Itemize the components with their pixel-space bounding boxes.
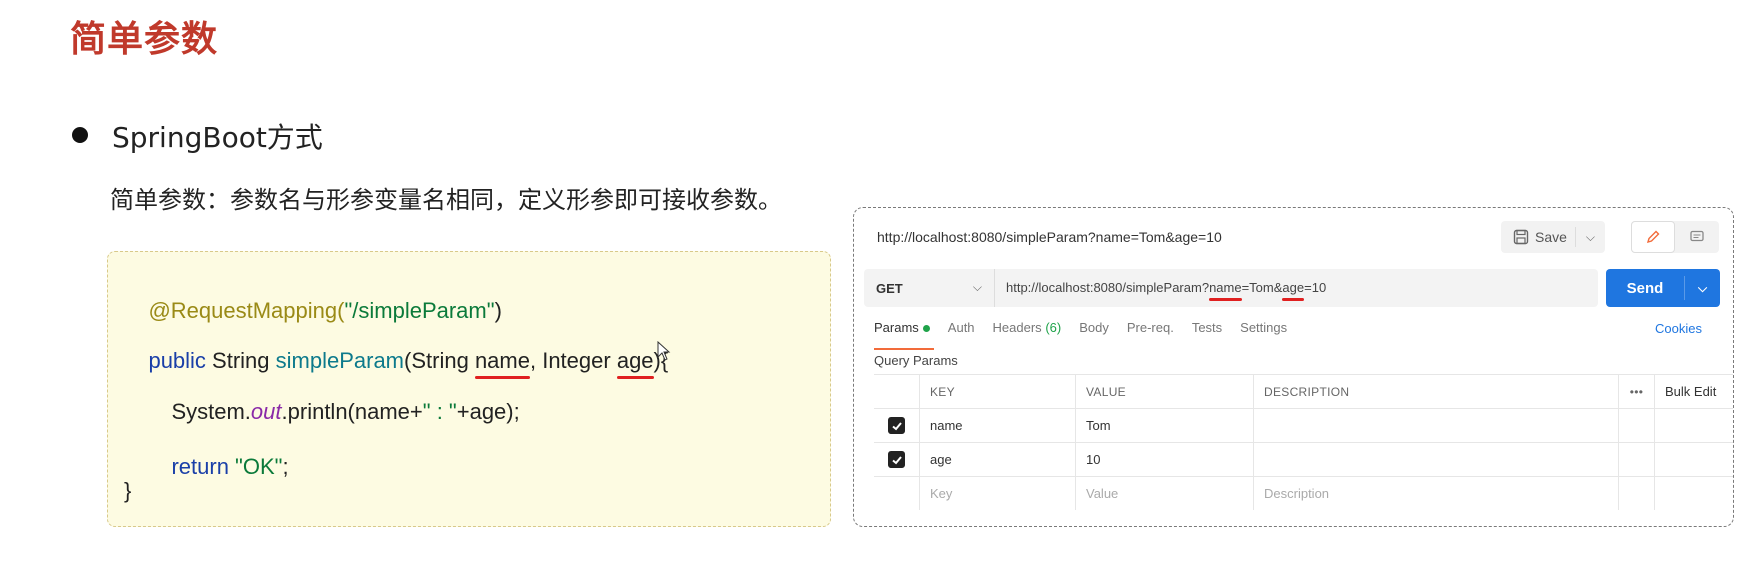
param-value-cell[interactable]: 10	[1076, 443, 1254, 476]
description-text: 简单参数：参数名与形参变量名相同，定义形参即可接收参数。	[110, 186, 782, 214]
row-checkbox[interactable]	[888, 451, 905, 468]
table-row: age 10	[874, 442, 1733, 476]
code-panel: @RequestMapping("/simpleParam") public S…	[107, 251, 831, 527]
postman-panel: http://localhost:8080/simpleParam?name=T…	[853, 207, 1734, 527]
active-dot-icon	[922, 325, 930, 333]
url-text: =Tom&	[1241, 280, 1283, 295]
request-bar: GET ⌵ http://localhost:8080/simpleParam?…	[864, 269, 1598, 307]
code-text: System.	[171, 399, 251, 424]
table-row-new: Key Value Description	[874, 476, 1733, 510]
chevron-down-icon: ⌵	[972, 280, 982, 294]
code-text: (String	[404, 348, 475, 373]
param-age-underlined: age	[616, 348, 654, 373]
method-select[interactable]: GET ⌵	[864, 269, 995, 307]
table-row: name Tom	[874, 408, 1733, 442]
key-placeholder-input[interactable]: Key	[920, 477, 1076, 510]
slide-title: 简单参数	[70, 19, 219, 60]
param-description-cell[interactable]	[1254, 443, 1619, 476]
code-text: )	[494, 298, 502, 323]
column-header-description: DESCRIPTION	[1254, 375, 1619, 408]
query-params-label: Query Params	[874, 353, 958, 368]
column-header-key: KEY	[920, 375, 1076, 408]
tab-headers[interactable]: Headers (6)	[993, 320, 1062, 344]
tab-pre-request[interactable]: Pre-req.	[1127, 320, 1174, 344]
code-keyword: return	[171, 454, 229, 479]
code-method-name: simpleParam	[275, 348, 405, 373]
column-header-value: VALUE	[1076, 375, 1254, 408]
params-table: KEY VALUE DESCRIPTION ••• Bulk Edit name…	[874, 374, 1733, 510]
method-label: GET	[876, 280, 903, 296]
save-button[interactable]: Save ⌵	[1501, 221, 1605, 253]
send-button[interactable]: Send ⌵	[1606, 269, 1720, 307]
tab-auth[interactable]: Auth	[948, 320, 975, 344]
code-text: .println(name+	[281, 399, 423, 424]
code-field: out	[250, 399, 282, 424]
description-placeholder-input[interactable]: Description	[1254, 477, 1619, 510]
code-text: , Integer	[529, 348, 617, 373]
code-keyword: public	[148, 348, 206, 373]
tab-body[interactable]: Body	[1079, 320, 1109, 344]
param-name-underlined: name	[474, 348, 530, 373]
send-label: Send	[1626, 279, 1664, 297]
code-text: ;	[282, 454, 289, 479]
save-label: Save	[1535, 229, 1567, 245]
code-annotation: @RequestMapping(	[148, 298, 345, 323]
checkmark-icon	[891, 421, 902, 430]
tab-tests[interactable]: Tests	[1192, 320, 1222, 344]
code-line-4: return "OK";	[147, 428, 289, 506]
mouse-cursor-icon	[657, 341, 671, 361]
value-placeholder-input[interactable]: Value	[1076, 477, 1254, 510]
more-options-icon[interactable]: •••	[1619, 375, 1655, 408]
save-icon	[1513, 229, 1529, 245]
comments-button[interactable]	[1675, 221, 1719, 253]
url-text: http://localhost:8080/simpleParam?	[1006, 280, 1210, 295]
view-mode-toggle[interactable]	[1631, 221, 1719, 253]
bullet-text: SpringBoot方式	[112, 121, 323, 154]
param-key-cell[interactable]: age	[920, 443, 1076, 476]
url-param-age-underlined: age	[1282, 280, 1305, 295]
param-description-cell[interactable]	[1254, 409, 1619, 442]
url-param-name-underlined: name	[1209, 280, 1242, 295]
code-text: +age);	[456, 399, 520, 424]
table-header-row: KEY VALUE DESCRIPTION ••• Bulk Edit	[874, 374, 1733, 408]
code-string: " : "	[422, 399, 457, 424]
request-tab-title[interactable]: http://localhost:8080/simpleParam?name=T…	[877, 229, 1222, 245]
headers-count-badge: (6)	[1045, 320, 1062, 335]
bullet-dot	[72, 127, 88, 143]
cookies-link[interactable]: Cookies	[1655, 321, 1702, 336]
save-dropdown-chevron-icon[interactable]: ⌵	[1576, 230, 1605, 245]
param-key-cell[interactable]: name	[920, 409, 1076, 442]
tab-settings[interactable]: Settings	[1240, 320, 1287, 344]
code-text: String	[205, 348, 276, 373]
request-tabs: Params Auth Headers (6) Body Pre-req. Te…	[874, 320, 1287, 350]
url-text: =10	[1304, 280, 1327, 295]
pencil-icon	[1646, 230, 1660, 244]
url-input[interactable]: http://localhost:8080/simpleParam?name=T…	[1006, 280, 1326, 295]
code-string: "/simpleParam"	[344, 298, 495, 323]
edit-mode-button[interactable]	[1631, 221, 1675, 253]
row-checkbox[interactable]	[888, 417, 905, 434]
param-value-cell[interactable]: Tom	[1076, 409, 1254, 442]
bulk-edit-button[interactable]: Bulk Edit	[1655, 375, 1733, 408]
code-string: "OK"	[228, 454, 283, 479]
tab-params[interactable]: Params	[874, 320, 934, 350]
checkmark-icon	[891, 455, 902, 464]
code-line-5: }	[124, 478, 132, 503]
send-dropdown-chevron-icon[interactable]: ⌵	[1685, 281, 1720, 296]
comment-icon	[1690, 230, 1704, 242]
